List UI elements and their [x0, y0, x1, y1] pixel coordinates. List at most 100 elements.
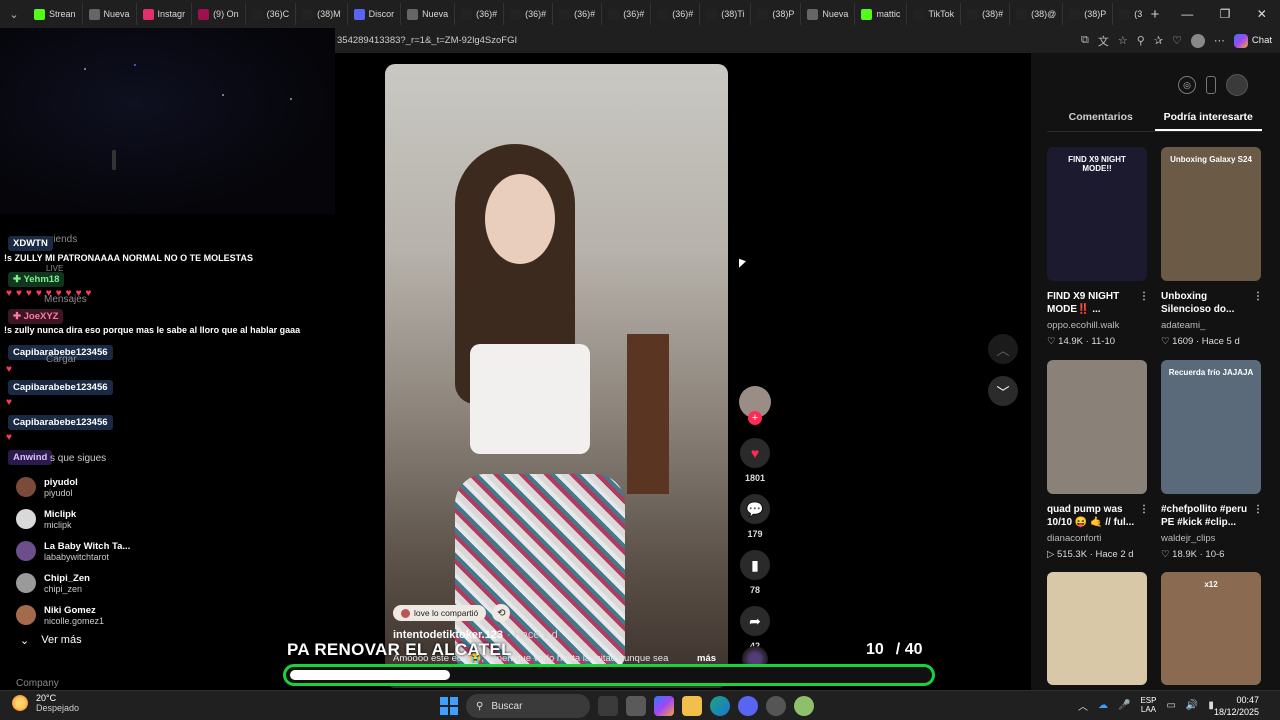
more-options-icon[interactable]: ⋮ — [1139, 290, 1149, 303]
task-view-icon[interactable] — [598, 696, 618, 716]
browser-tab[interactable]: Nueva — [801, 3, 856, 25]
comment-action[interactable]: 💬 179 — [735, 494, 775, 539]
browser-tab[interactable]: Strean — [28, 3, 83, 25]
browser-tab[interactable]: Nueva — [401, 3, 456, 25]
card-title[interactable]: quad pump was 10/10 😝 🤙 // ful... ⋮ — [1047, 503, 1149, 529]
open-in-app-icon[interactable]: ⧉ — [1081, 34, 1089, 47]
browser-tab[interactable]: mattic — [855, 3, 908, 25]
taskbar-search[interactable]: ⚲ Buscar — [466, 694, 590, 718]
following-item[interactable]: Niki Gomez nicolle.gomez1 — [16, 600, 316, 630]
browser-tab[interactable]: (36)# — [602, 3, 652, 25]
tab-comentarios[interactable]: Comentarios — [1047, 108, 1155, 131]
recommended-video-card[interactable]: Recuerda frío JAJAJA #chefpollito #peru P… — [1161, 360, 1263, 560]
edge-browser-icon[interactable] — [710, 696, 730, 716]
following-item[interactable]: La Baby Witch Ta... lababywitchtarot — [16, 536, 316, 566]
save-action[interactable]: ▮ 78 — [735, 550, 775, 595]
input-language[interactable]: ESP LAA — [1140, 696, 1156, 714]
browser-tab[interactable]: Instagr — [137, 3, 193, 25]
favorite-star-icon[interactable]: ☆ — [1118, 34, 1128, 47]
card-title[interactable]: #chefpollito #peru PE #kick #clip... ⋮ — [1161, 503, 1263, 529]
recommended-video-card[interactable]: Unboxing Galaxy S24 Unboxing Silencioso d… — [1161, 147, 1263, 347]
translate-icon[interactable]: 文 — [1098, 33, 1109, 49]
card-author[interactable]: adateami_ — [1161, 320, 1263, 331]
browser-tab[interactable]: (9) On — [192, 3, 246, 25]
start-menu-icon[interactable] — [440, 697, 458, 715]
extensions-icon[interactable]: ⚲ — [1137, 34, 1145, 47]
phone-icon[interactable] — [1206, 76, 1216, 94]
clock[interactable]: 00:47 18/12/2025 — [1214, 694, 1259, 718]
copilot-app-icon[interactable] — [654, 696, 674, 716]
browser-tab[interactable]: (36)C — [246, 3, 297, 25]
maximize-icon[interactable]: ❐ — [1220, 7, 1231, 21]
video-thumbnail[interactable]: Unboxing Galaxy S24 — [1161, 147, 1261, 281]
next-video-button[interactable]: ﹀ — [988, 376, 1018, 406]
card-author[interactable]: oppo.ecohill.walk — [1047, 320, 1149, 331]
browser-tab[interactable]: TikTok — [907, 3, 962, 25]
settings-app-icon[interactable] — [766, 696, 786, 716]
like-action[interactable]: ♥ 1801 — [735, 438, 775, 483]
browser-tab[interactable]: (36)# — [455, 3, 505, 25]
browser-tab[interactable]: (38)# — [961, 3, 1011, 25]
card-author[interactable]: waldejr_clips — [1161, 533, 1263, 544]
microphone-icon[interactable]: 🎤 — [1118, 700, 1130, 711]
app-icon[interactable] — [794, 696, 814, 716]
browser-tab[interactable]: (38)M — [296, 3, 348, 25]
store-icon[interactable] — [626, 696, 646, 716]
tab-actions-menu-icon[interactable]: ⌄ — [0, 0, 28, 28]
browser-tab[interactable]: (38)Ti — [700, 3, 752, 25]
browser-tab[interactable]: (38)se — [1113, 3, 1142, 25]
share-icon[interactable]: ➦ — [740, 606, 770, 636]
ver-mas-button[interactable]: ⌄ Ver más — [20, 634, 82, 647]
comment-icon[interactable]: 💬 — [740, 494, 770, 524]
company-link[interactable]: Company — [16, 678, 59, 689]
bookmark-icon[interactable]: ▮ — [740, 550, 770, 580]
url-field[interactable]: 354289413383?_r=1&_t=ZM-92lg4SzoFGI — [335, 35, 1081, 46]
profile-avatar[interactable] — [1190, 33, 1205, 48]
creator-avatar[interactable]: + — [739, 386, 771, 425]
recommended-video-card[interactable]: FIND X9 NIGHT MODE!! FIND X9 NIGHT MODE‼️… — [1047, 147, 1149, 347]
volume-icon[interactable]: 🔊 — [1186, 700, 1198, 711]
user-avatar[interactable] — [1226, 74, 1248, 96]
browser-tab[interactable]: (38)P — [1063, 3, 1114, 25]
device-icon[interactable]: ◎ — [1178, 76, 1196, 94]
favorites-icon[interactable]: ✰ — [1154, 34, 1163, 47]
following-item[interactable]: Chipi_Zen chipi_zen — [16, 568, 316, 598]
minimize-icon[interactable]: — — [1181, 7, 1193, 21]
caption-more-link[interactable]: más — [697, 653, 716, 664]
browser-tab[interactable]: (36)# — [651, 3, 701, 25]
copilot-chat-button[interactable]: Chat — [1233, 33, 1272, 48]
follow-plus-icon[interactable]: + — [748, 411, 762, 425]
recommended-video-card[interactable]: x12 — [1161, 572, 1263, 685]
card-author[interactable]: dianaconforti — [1047, 533, 1149, 544]
more-menu-icon[interactable]: ⋯ — [1214, 34, 1225, 47]
tray-overflow-icon[interactable]: ︿ — [1078, 698, 1088, 713]
more-options-icon[interactable]: ⋮ — [1253, 503, 1263, 516]
heart-icon[interactable]: ♥ — [740, 438, 770, 468]
shared-by-pill[interactable]: love lo compartió — [393, 605, 487, 621]
video-thumbnail[interactable] — [1047, 360, 1147, 494]
browser-tab[interactable]: (38)P — [751, 3, 802, 25]
recommended-video-card[interactable]: quad pump was 10/10 😝 🤙 // ful... ⋮ dianac… — [1047, 360, 1149, 560]
repost-icon[interactable]: ⟲ — [492, 604, 511, 622]
discord-app-icon[interactable] — [738, 696, 758, 716]
video-thumbnail[interactable]: Recuerda frío JAJAJA — [1161, 360, 1261, 494]
file-explorer-icon[interactable] — [682, 696, 702, 716]
recommended-video-card[interactable] — [1047, 572, 1149, 685]
browser-tab[interactable]: Discor — [348, 3, 402, 25]
card-title[interactable]: FIND X9 NIGHT MODE‼️ ... ⋮ — [1047, 290, 1149, 316]
video-player[interactable] — [385, 64, 728, 688]
share-action[interactable]: ➦ 42 — [735, 606, 775, 651]
weather-widget[interactable]: 20°C Despejado — [12, 693, 79, 713]
shield-icon[interactable]: ♡ — [1172, 34, 1182, 47]
previous-video-button[interactable]: ︿ — [988, 334, 1018, 364]
video-thumbnail[interactable] — [1047, 572, 1147, 685]
more-options-icon[interactable]: ⋮ — [1139, 503, 1149, 516]
tab-podria-interesarte[interactable]: Podría interesarte — [1154, 108, 1262, 131]
display-icon[interactable]: ▭ — [1166, 700, 1175, 711]
more-options-icon[interactable]: ⋮ — [1253, 290, 1263, 303]
browser-tab[interactable]: (36)# — [504, 3, 554, 25]
new-tab-button[interactable]: + — [1142, 6, 1168, 23]
browser-tab[interactable]: (36)# — [553, 3, 603, 25]
following-item[interactable]: piyudol piyudol — [16, 472, 316, 502]
cloud-icon[interactable]: ☁ — [1098, 700, 1108, 711]
